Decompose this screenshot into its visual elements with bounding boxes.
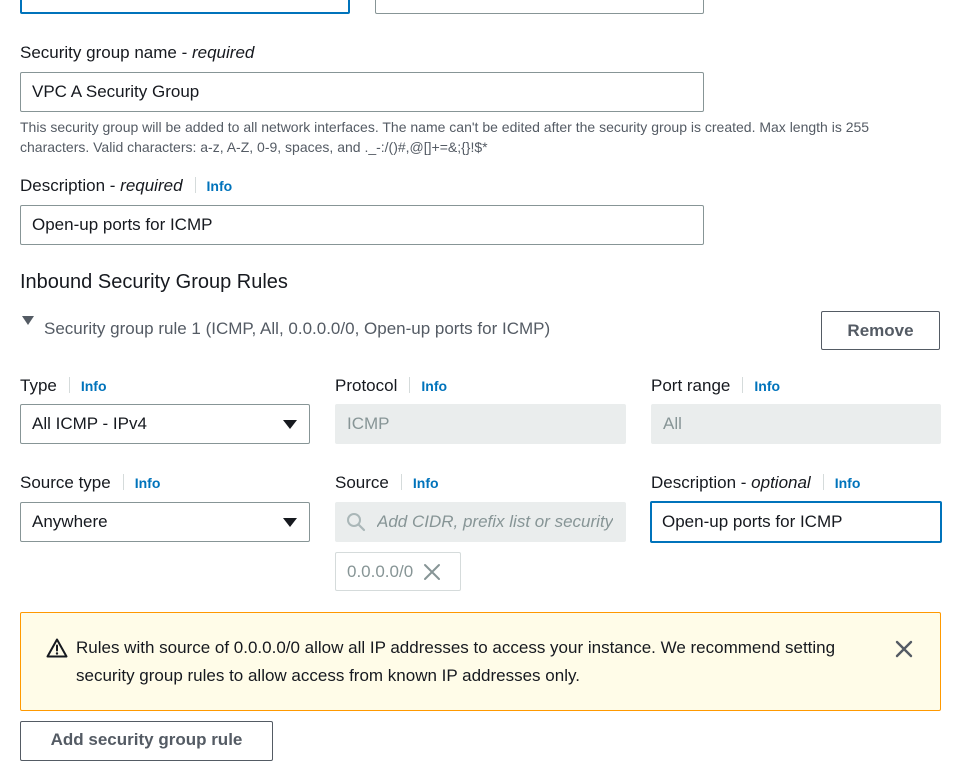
- type-select[interactable]: All ICMP - IPv4: [20, 404, 310, 444]
- rule-description-info-link[interactable]: Info: [835, 475, 861, 491]
- description-label: Description - required Info: [20, 176, 233, 195]
- close-icon[interactable]: [895, 640, 913, 658]
- caret-down-icon: [22, 316, 34, 325]
- rule-description-value: Open-up ports for ICMP: [662, 512, 843, 531]
- port-range-field: All: [651, 404, 941, 444]
- add-security-group-rule-button[interactable]: Add security group rule: [20, 721, 273, 761]
- protocol-info-link[interactable]: Info: [421, 378, 447, 394]
- rule-description-label: Description - optional Info: [651, 473, 861, 492]
- top-right-field[interactable]: [375, 0, 704, 14]
- source-placeholder: Add CIDR, prefix list or security: [377, 512, 614, 531]
- source-search-input[interactable]: Add CIDR, prefix list or security: [335, 502, 626, 542]
- warning-alert: Rules with source of 0.0.0.0/0 allow all…: [20, 612, 941, 711]
- sg-name-label: Security group name - required: [20, 43, 255, 62]
- caret-down-icon: [283, 420, 297, 429]
- top-left-field[interactable]: [20, 0, 350, 14]
- description-value: Open-up ports for ICMP: [32, 215, 213, 234]
- source-label: Source Info: [335, 473, 439, 492]
- port-range-label: Port range Info: [651, 376, 781, 395]
- protocol-label: Protocol Info: [335, 376, 448, 395]
- description-info-link[interactable]: Info: [207, 178, 233, 194]
- source-token-label: 0.0.0.0/0: [347, 561, 414, 581]
- type-value: All ICMP - IPv4: [32, 414, 147, 433]
- source-token: 0.0.0.0/0: [335, 552, 461, 591]
- sg-name-value: VPC A Security Group: [32, 82, 200, 101]
- rule-title: Security group rule 1 (ICMP, All, 0.0.0.…: [44, 319, 551, 338]
- source-info-link[interactable]: Info: [413, 475, 439, 491]
- source-type-label: Source type Info: [20, 473, 161, 492]
- close-icon[interactable]: [423, 563, 441, 581]
- caret-down-icon: [283, 518, 297, 527]
- type-label: Type Info: [20, 376, 107, 395]
- rule-description-input[interactable]: Open-up ports for ICMP: [650, 501, 942, 543]
- source-type-select[interactable]: Anywhere: [20, 502, 310, 542]
- warning-icon: [46, 638, 68, 658]
- protocol-field: ICMP: [335, 404, 626, 444]
- remove-button[interactable]: Remove: [821, 311, 940, 350]
- inbound-rules-heading: Inbound Security Group Rules: [20, 271, 288, 293]
- description-input[interactable]: Open-up ports for ICMP: [20, 205, 704, 245]
- warning-text: Rules with source of 0.0.0.0/0 allow all…: [76, 638, 836, 685]
- add-rule-label: Add security group rule: [50, 730, 243, 749]
- sg-name-hint: This security group will be added to all…: [20, 119, 870, 155]
- sg-name-input[interactable]: VPC A Security Group: [20, 72, 704, 112]
- type-info-link[interactable]: Info: [81, 378, 107, 394]
- search-icon: [347, 513, 366, 532]
- source-type-value: Anywhere: [32, 512, 108, 531]
- source-type-info-link[interactable]: Info: [135, 475, 161, 491]
- port-range-value: All: [663, 414, 682, 433]
- protocol-value: ICMP: [347, 414, 390, 433]
- port-range-info-link[interactable]: Info: [754, 378, 780, 394]
